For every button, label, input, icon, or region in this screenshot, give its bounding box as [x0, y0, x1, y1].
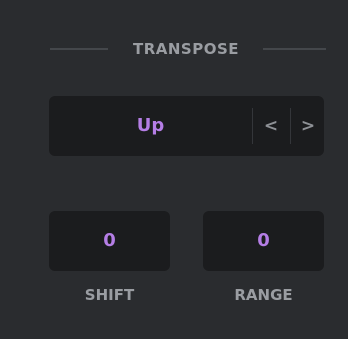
header-divider-left — [50, 48, 108, 50]
transpose-panel: TRANSPOSE Up < > 0 0 SHIFT RANGE — [0, 0, 348, 339]
header-divider-right — [263, 48, 326, 50]
shift-label: SHIFT — [84, 286, 135, 304]
range-input[interactable]: 0 — [203, 211, 324, 271]
direction-value[interactable]: Up — [49, 96, 252, 156]
shift-input[interactable]: 0 — [49, 211, 170, 271]
direction-selector[interactable]: Up < > — [49, 96, 324, 156]
section-title: TRANSPOSE — [132, 40, 240, 58]
range-label: RANGE — [234, 286, 293, 304]
section-header: TRANSPOSE — [50, 36, 326, 62]
selector-divider — [252, 108, 253, 144]
chevron-left-icon[interactable]: < — [254, 96, 288, 156]
chevron-right-icon[interactable]: > — [291, 96, 325, 156]
